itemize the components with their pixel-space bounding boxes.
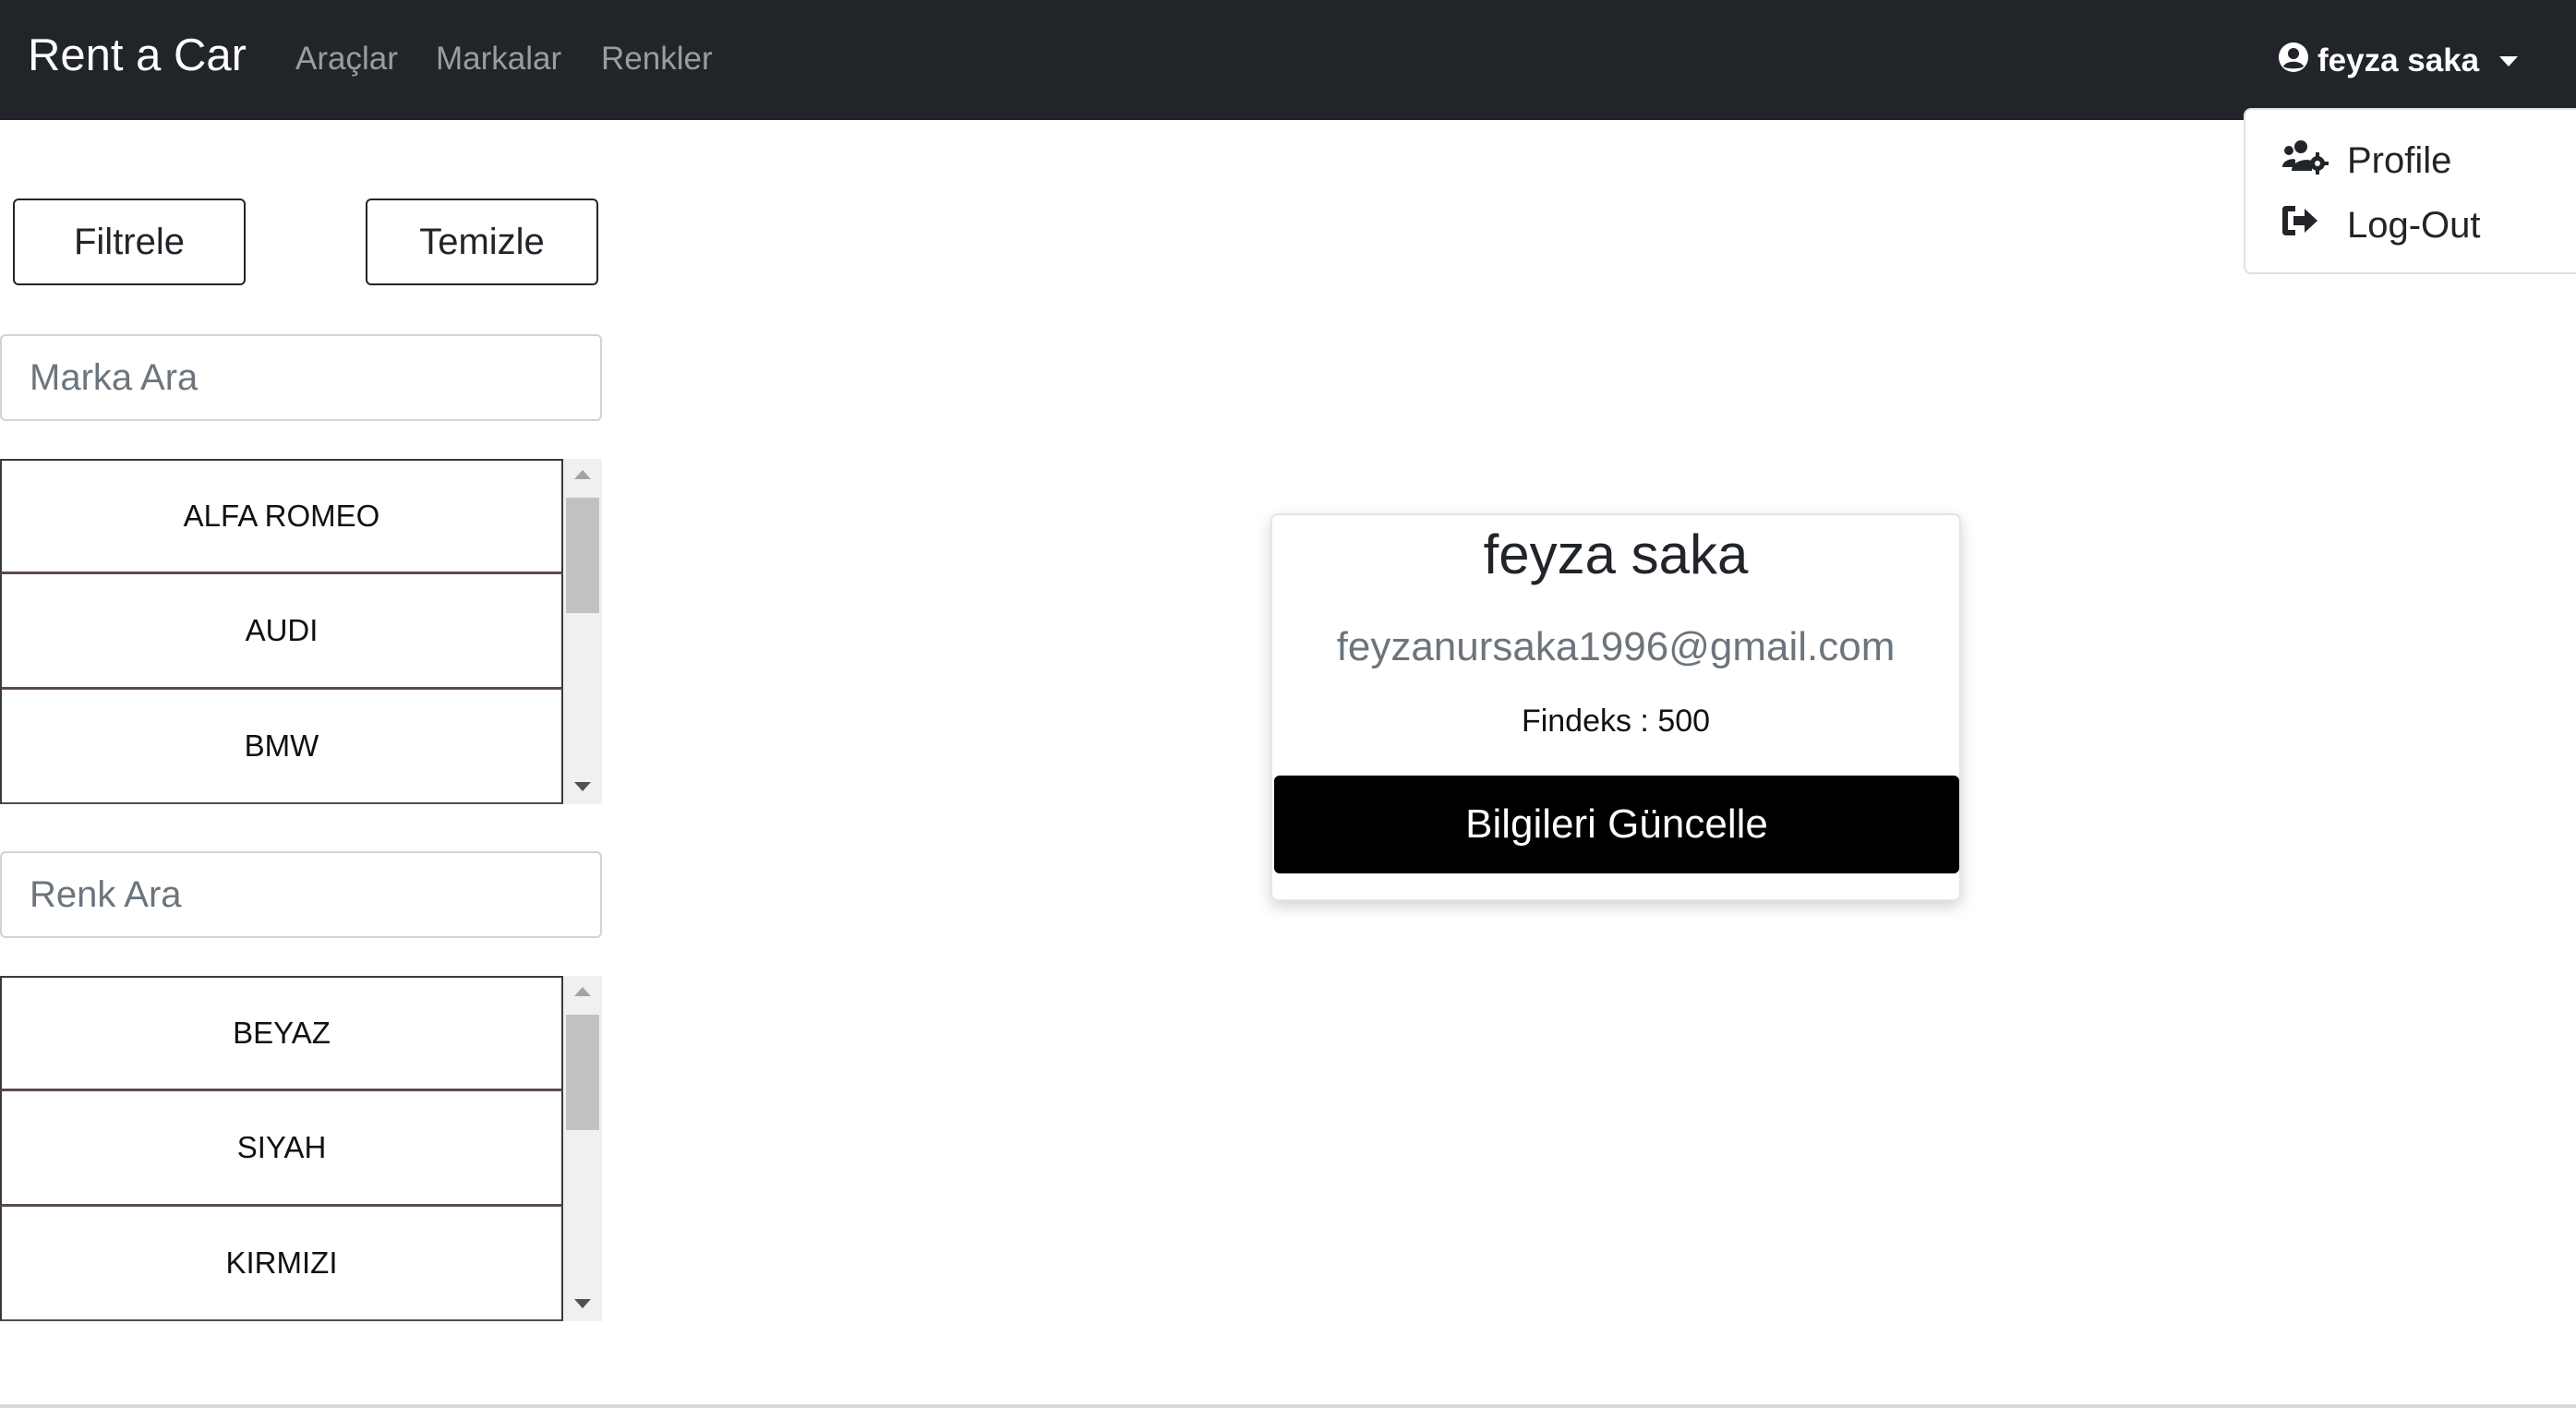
update-info-button[interactable]: Bilgileri Güncelle (1274, 776, 1959, 873)
filter-button[interactable]: Filtrele (13, 199, 246, 285)
clear-button[interactable]: Temizle (366, 199, 598, 285)
nav-link-renkler[interactable]: Renkler (601, 41, 713, 78)
color-list-item[interactable]: SIYAH (0, 1091, 563, 1207)
profile-name: feyza saka (1483, 523, 1749, 585)
user-circle-icon (2277, 41, 2310, 82)
scroll-down-arrow-icon[interactable] (574, 1299, 591, 1308)
menu-item-logout-label: Log-Out (2347, 204, 2481, 246)
color-list-item[interactable]: BEYAZ (0, 976, 563, 1091)
menu-item-profile-label: Profile (2347, 139, 2452, 181)
menu-item-profile[interactable]: Profile (2281, 138, 2451, 184)
brand-list: ALFA ROMEO AUDI BMW (0, 459, 602, 804)
profile-email: feyzanursaka1996@gmail.com (1336, 624, 1896, 669)
chevron-down-icon (2499, 55, 2519, 66)
brand-search-input[interactable] (0, 334, 602, 421)
scrollbar-thumb[interactable] (566, 498, 599, 613)
page-divider (0, 1404, 2576, 1408)
brand-list-scrollbar[interactable] (563, 459, 602, 804)
scrollbar-thumb[interactable] (566, 1015, 599, 1130)
brand-list-item[interactable]: AUDI (0, 574, 563, 690)
navbar: Rent a Car Araçlar Markalar Renkler feyz… (0, 0, 2576, 120)
scroll-down-arrow-icon[interactable] (574, 782, 591, 791)
user-menu-toggle[interactable]: feyza saka (2277, 41, 2519, 82)
user-dropdown-menu: Profile Log-Out (2244, 108, 2576, 274)
user-name-label: feyza saka (2317, 42, 2480, 78)
menu-item-logout[interactable]: Log-Out (2281, 202, 2481, 248)
nav-link-markalar[interactable]: Markalar (436, 41, 561, 78)
nav-link-araclar[interactable]: Araçlar (295, 41, 398, 78)
color-search-input[interactable] (0, 851, 602, 938)
sign-out-icon (2281, 202, 2329, 248)
color-list: BEYAZ SIYAH KIRMIZI (0, 976, 602, 1321)
scroll-up-arrow-icon[interactable] (574, 470, 591, 479)
brand-list-item[interactable]: ALFA ROMEO (0, 459, 563, 574)
users-cog-icon (2281, 138, 2329, 184)
color-list-scrollbar[interactable] (563, 976, 602, 1321)
findeks-score: Findeks : 500 (1521, 704, 1711, 739)
brand-list-item[interactable]: BMW (0, 690, 563, 804)
color-list-item[interactable]: KIRMIZI (0, 1207, 563, 1321)
profile-card: feyza saka feyzanursaka1996@gmail.com Fi… (1270, 513, 1961, 901)
scroll-up-arrow-icon[interactable] (574, 987, 591, 996)
brand-link[interactable]: Rent a Car (28, 30, 247, 81)
